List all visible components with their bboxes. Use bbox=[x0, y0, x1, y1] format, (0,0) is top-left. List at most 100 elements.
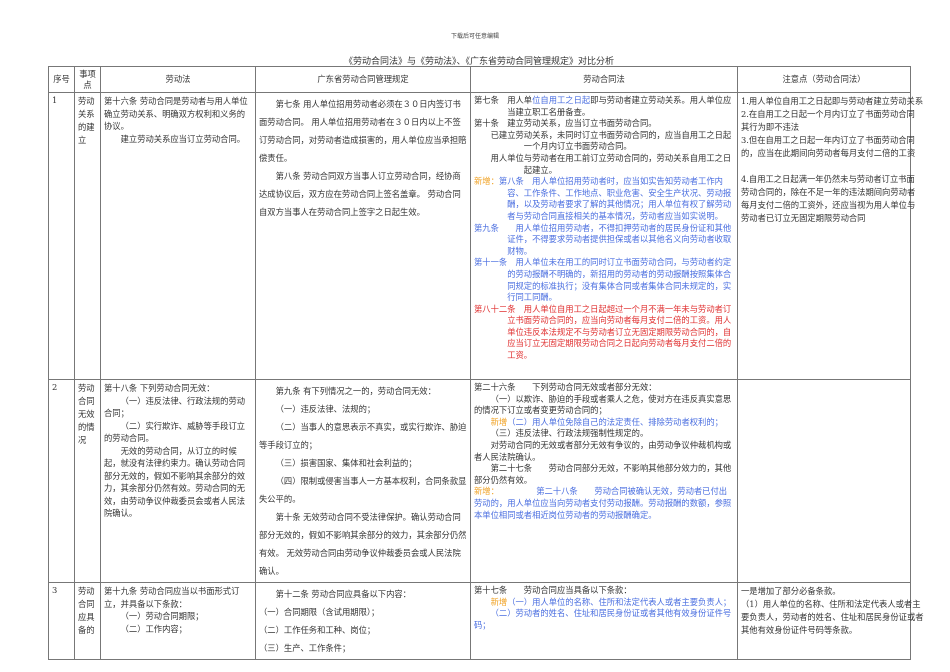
note-line: 其他有效身份证件号码等条款。 bbox=[741, 625, 858, 635]
article-paragraph: 第八条 劳动合同双方当事人订立劳动合同，经协商达成协议后，双方应在劳动合同上签名… bbox=[259, 171, 461, 217]
article-paragraph: （一）违反法律、法规的； bbox=[275, 404, 376, 414]
article-paragraph: （一）违反法律、行政法规的劳动合同； bbox=[104, 395, 246, 419]
article-paragraph: 第十条 建立劳动关系，应当订立书面劳动合同。 bbox=[474, 118, 734, 130]
article-paragraph: （二）工作任务和工种、岗位； bbox=[259, 625, 376, 635]
article-text: 第十一条 用人单位未在用工的同时订立书面劳动合同，与劳动者约定的劳动报酬不明确的… bbox=[474, 257, 732, 303]
contract-law-cell: 第二十六条 下列劳动合同无效或者部分无效： （一）以欺诈、胁迫的手段或者乘人之危，… bbox=[470, 379, 738, 583]
article-paragraph: 第十九条 劳动合同应当以书面形式订立，并具备以下条款： bbox=[104, 586, 240, 609]
article-paragraph: 第十八条 下列劳动合同无效： bbox=[104, 383, 215, 393]
article-paragraph: 已建立劳动关系，未同时订立书面劳动合同的，应当自用工之日起一个月内订立书面劳动合… bbox=[474, 130, 734, 153]
article-paragraph: （一）劳动合同期限； bbox=[120, 611, 204, 621]
table-header-row: 序号 事项点 劳动法 广东省劳动合同管理规定 劳动合同法 注意点（劳动合同法） bbox=[48, 66, 911, 93]
new-addition-tag: 新增： bbox=[474, 176, 499, 187]
comparison-table-wrapper: 序号 事项点 劳动法 广东省劳动合同管理规定 劳动合同法 注意点（劳动合同法） … bbox=[48, 66, 924, 660]
contract-law-cell: 第十七条 劳动合同应当具备以下条款： 新增（一）用人单位的名称、住所和法定代表人或… bbox=[470, 582, 738, 660]
note-line: 3.但在自用工之日起一年内订立了书面劳动合同 bbox=[741, 135, 915, 145]
notes-cell: 1.用人单位自用工之日起即与劳动者建立劳动关系 2.在自用工之日起一个月内订立了书… bbox=[737, 92, 924, 380]
article-paragraph: 第九条 有下列情况之一的，劳动合同无效： bbox=[275, 386, 436, 396]
article-text: 第八十二条 用人单位自用工之日起超过一个月不满一年未与劳动者订立书面劳动合同的，… bbox=[474, 303, 732, 361]
article-paragraph: 第十二条 劳动合同应具备以下内容： bbox=[275, 589, 411, 599]
contract-law-cell: 第七条 用人单位自用工之日起即与劳动者建立劳动关系。用人单位应当建立职工名册备查… bbox=[470, 92, 738, 380]
new-addition-tag: 新增 bbox=[490, 416, 508, 427]
article-text: 第九条 用人单位招用劳动者，不得扣押劳动者的居民身份证和其他证件，不得要求劳动者… bbox=[474, 222, 732, 256]
article-paragraph: 新增：第八条 用人单位招用劳动者时，应当如实告知劳动者工作内容、工作条件、工作地… bbox=[474, 176, 734, 222]
header-topic: 事项点 bbox=[74, 66, 101, 93]
article-paragraph: 第九条 用人单位招用劳动者，不得扣押劳动者的居民身份证和其他证件，不得要求劳动者… bbox=[474, 223, 734, 258]
article-paragraph: （四）限制或侵害当事人一方基本权利，合同条款显失公平的。 bbox=[259, 476, 467, 504]
article-paragraph: （一）合同期限（含试用期限）； bbox=[259, 607, 380, 617]
page-note: 下载后可任意编辑 bbox=[450, 33, 499, 40]
article-paragraph: 新增： 第二十八条 劳动合同被确认无效，劳动者已付出劳动的，用人单位应当向劳动者… bbox=[474, 486, 734, 521]
comparison-table: 序号 事项点 劳动法 广东省劳动合同管理规定 劳动合同法 注意点（劳动合同法） … bbox=[48, 66, 924, 660]
article-text: （二）劳动者的姓名、住址和居民身份证或者其他有效身份证件号码； bbox=[474, 608, 732, 630]
notes-cell: 一是增加了部分必备条款。 （1）用人单位的名称、住所和法定代表人或者主 要负责人，劳… bbox=[737, 582, 924, 660]
article-paragraph: （二）实行欺诈、威胁等手段订立的劳动合同。 bbox=[104, 420, 246, 444]
article-paragraph: 第十七条 劳动合同应当具备以下条款： bbox=[474, 585, 734, 597]
note-line: 4.自用工之日起满一年仍然未与劳动者订立书面 bbox=[741, 174, 915, 184]
note-line: 2.在自用工之日起一个月内订立了书面劳动合同 bbox=[741, 109, 915, 119]
table-row: 3 劳动合同应具备的 第十九条 劳动合同应当以书面形式订立，并具备以下条款： （一）劳… bbox=[48, 582, 924, 660]
article-paragraph: 第七条 用人单位招用劳动者必须在３０日内签订书面劳动合同。 用人单位招用劳动者在… bbox=[259, 99, 467, 163]
guangdong-cell: 第十二条 劳动合同应具备以下内容： （一）合同期限（含试用期限）； （二）工作任务和… bbox=[255, 582, 471, 660]
article-paragraph: （二）工作内容； bbox=[120, 623, 187, 634]
article-text: 第二十六条 下列劳动合同无效或者部分无效： bbox=[474, 382, 657, 392]
article-paragraph: （一）以欺诈、胁迫的手段或者乘人之危，使对方在违反真实意思的情况下订立或者变更劳… bbox=[474, 394, 734, 417]
guangdong-cell: 第七条 用人单位招用劳动者必须在３０日内签订书面劳动合同。 用人单位招用劳动者在… bbox=[255, 92, 471, 380]
article-text: 第八条 用人单位招用劳动者时，应当如实告知劳动者工作内容、工作条件、工作地点、职… bbox=[498, 176, 732, 221]
new-addition-tag: 新增 bbox=[490, 596, 508, 607]
article-text: 用人单位与劳动者在用工前订立劳动合同的，劳动关系自用工之日起建立。 bbox=[490, 152, 732, 175]
article-paragraph: 第八十二条 用人单位自用工之日起超过一个月不满一年未与劳动者订立书面劳动合同的，… bbox=[474, 304, 734, 362]
note-line: 要负责人，劳动者的姓名、住址和居民身份证或者 bbox=[741, 612, 924, 622]
header-guangdong-rules: 广东省劳动合同管理规定 bbox=[255, 66, 471, 93]
article-paragraph: （二）当事人的意思表示不真实，或实行欺诈、胁迫等手段订立的； bbox=[259, 422, 467, 450]
article-paragraph: 用人单位与劳动者在用工前订立劳动合同的，劳动关系自用工之日起建立。 bbox=[474, 153, 734, 176]
article-text: 已建立劳动关系，未同时订立书面劳动合同的，应当自用工之日起一个月内订立书面劳动合… bbox=[490, 129, 732, 152]
row-topic: 劳动合同无效的情况 bbox=[74, 379, 101, 583]
article-text: （三）违反法律、行政法规强制性规定的。 bbox=[490, 428, 649, 439]
article-text: （一）以欺诈、胁迫的手段或者乘人之危，使对方在违反真实意思的情况下订立或者变更劳… bbox=[474, 393, 732, 416]
article-paragraph: 建立劳动关系应当订立劳动合同。 bbox=[120, 133, 246, 144]
header-contract-law: 劳动合同法 bbox=[470, 66, 738, 93]
article-paragraph: 第七条 用人单位自用工之日起即与劳动者建立劳动关系。用人单位应当建立职工名册备查… bbox=[474, 95, 734, 118]
row-seq: 2 bbox=[48, 379, 75, 583]
article-paragraph: （二）劳动者的姓名、住址和居民身份证或者其他有效身份证件号码； bbox=[474, 608, 734, 631]
article-text: 位自用工之日起 bbox=[532, 95, 591, 105]
note-line: 每月支付二倍的工资外，还应当视为用人单位与 bbox=[741, 200, 916, 210]
note-line: 的，应当在此期间向劳动者每月支付二倍的工资 bbox=[741, 148, 916, 158]
article-paragraph: （三）损害国家、集体和社会利益的； bbox=[275, 458, 417, 468]
table-row: 1 劳动关系的建立 第十六条 劳动合同是劳动者与用人单位确立劳动关系、明确双方权利和… bbox=[48, 92, 924, 380]
note-line: （1）用人单位的名称、住所和法定代表人或者主 bbox=[741, 599, 921, 609]
note-line: 劳动者已订立无固定期限劳动合同 bbox=[741, 213, 866, 223]
article-paragraph: 第十六条 劳动合同是劳动者与用人单位确立劳动关系、明确双方权利和义务的协议。 bbox=[104, 96, 248, 131]
article-text: 对劳动合同的无效或者部分无效有争议的，由劳动争议仲裁机构或者人民法院确认。 bbox=[474, 439, 732, 462]
article-text: 第七条 用人单 bbox=[474, 95, 533, 105]
new-addition-tag: 新增： bbox=[474, 486, 495, 497]
article-paragraph: 第十一条 用人单位未在用工的同时订立书面劳动合同，与劳动者约定的劳动报酬不明确的… bbox=[474, 257, 734, 303]
row-topic: 劳动合同应具备的 bbox=[74, 582, 101, 660]
note-line: 1.用人单位自用工之日起即与劳动者建立劳动关系 bbox=[741, 96, 924, 106]
article-text: （二）用人单位免除自己的法定责任、排除劳动者权利的； bbox=[507, 416, 723, 427]
article-text: 第十七条 劳动合同应当具备以下条款： bbox=[474, 585, 632, 595]
article-paragraph: 第十条 无效劳动合同不受法律保护。确认劳动合同部分无效的，假如不影响其余部分的效… bbox=[259, 512, 467, 576]
article-paragraph: （三）违反法律、行政法规强制性规定的。 bbox=[474, 428, 734, 440]
labor-law-cell: 第十九条 劳动合同应当以书面形式订立，并具备以下条款： （一）劳动合同期限； （二）… bbox=[100, 582, 256, 660]
note-line: 一是增加了部分必备条款。 bbox=[741, 586, 841, 596]
labor-law-cell: 第十八条 下列劳动合同无效： （一）违反法律、行政法规的劳动合同； （二）实行欺诈、… bbox=[100, 379, 256, 583]
row-topic: 劳动关系的建立 bbox=[74, 92, 101, 380]
header-seq: 序号 bbox=[48, 66, 75, 93]
header-notes: 注意点（劳动合同法） bbox=[737, 66, 911, 93]
article-paragraph: 新增（一）用人单位的名称、住所和法定代表人或者主要负责人； bbox=[474, 597, 734, 609]
row-seq: 1 bbox=[48, 92, 75, 380]
article-paragraph: 第二十六条 下列劳动合同无效或者部分无效： bbox=[474, 382, 734, 394]
labor-law-cell: 第十六条 劳动合同是劳动者与用人单位确立劳动关系、明确双方权利和义务的协议。建立… bbox=[100, 92, 256, 380]
article-text: （一）用人单位的名称、住所和法定代表人或者主要负责人； bbox=[507, 596, 732, 607]
article-paragraph: 对劳动合同的无效或者部分无效有争议的，由劳动争议仲裁机构或者人民法院确认。 bbox=[474, 440, 734, 463]
article-text: 第十条 建立劳动关系，应当订立书面劳动合同。 bbox=[474, 118, 657, 129]
header-labor-law: 劳动法 bbox=[100, 66, 256, 93]
row-seq: 3 bbox=[48, 582, 75, 660]
article-paragraph: （三）生产、工作条件； bbox=[259, 643, 351, 653]
note-line: 劳动合同的，除在不足一年的违法期间向劳动者 bbox=[741, 187, 916, 197]
notes-cell bbox=[737, 379, 911, 583]
table-row: 2 劳动合同无效的情况 第十八条 下列劳动合同无效： （一）违反法律、行政法规的劳动合… bbox=[48, 379, 911, 583]
note-line: 其行为即不违法 bbox=[741, 122, 800, 132]
